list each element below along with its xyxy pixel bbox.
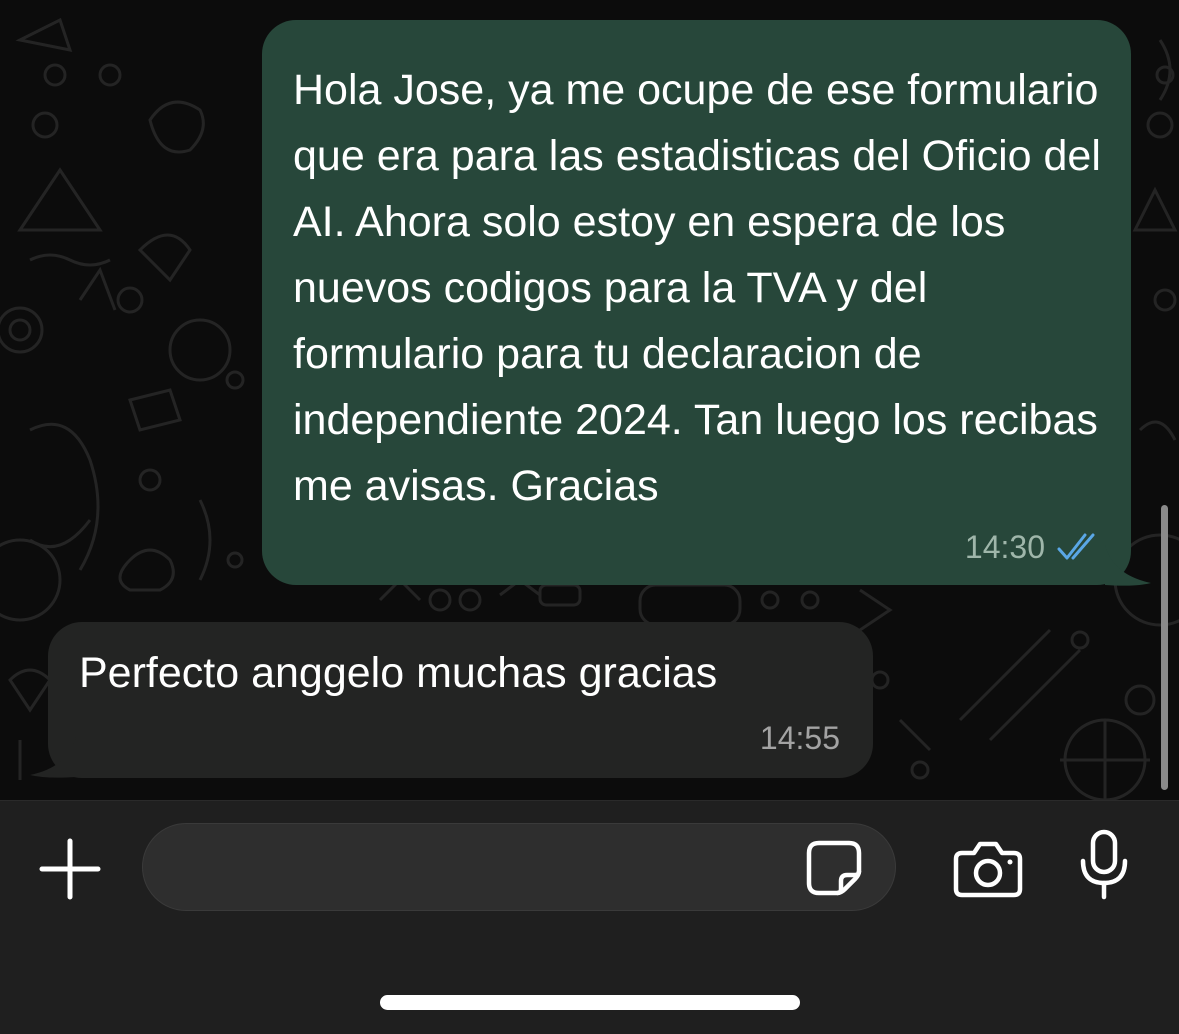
incoming-message-bubble[interactable]: Perfecto anggelo muchas gracias 14:55 [48,622,873,778]
double-check-read-icon [1057,533,1095,560]
outgoing-message-meta: 14:30 [965,527,1103,567]
voice-message-button[interactable] [1078,829,1130,901]
attach-button[interactable] [38,837,102,901]
home-indicator[interactable] [380,995,800,1010]
incoming-message-text: Perfecto anggelo muchas gracias [79,649,718,697]
outgoing-message-text: Hola Jose, ya me ocupe de ese formulario… [293,66,1101,510]
outgoing-bubble-tail [1105,545,1151,586]
outgoing-message-bubble[interactable]: Hola Jose, ya me ocupe de ese formulario… [262,20,1131,585]
incoming-message-meta: 14:55 [760,718,840,758]
message-composer [0,800,1179,1034]
plus-icon [39,838,101,900]
sticker-icon [806,840,862,896]
incoming-bubble-tail [30,737,76,778]
chat-scrollbar[interactable] [1161,505,1168,790]
whatsapp-chat-screen: Hola Jose, ya me ocupe de ese formulario… [0,0,1179,1034]
incoming-message-time: 14:55 [759,720,840,756]
camera-button[interactable] [952,839,1024,899]
sticker-button[interactable] [805,839,863,897]
outgoing-message-time: 14:30 [964,529,1045,565]
message-input[interactable] [142,823,896,911]
message-list[interactable]: Hola Jose, ya me ocupe de ese formulario… [0,0,1179,800]
camera-icon [953,841,1023,898]
microphone-icon [1080,829,1128,900]
